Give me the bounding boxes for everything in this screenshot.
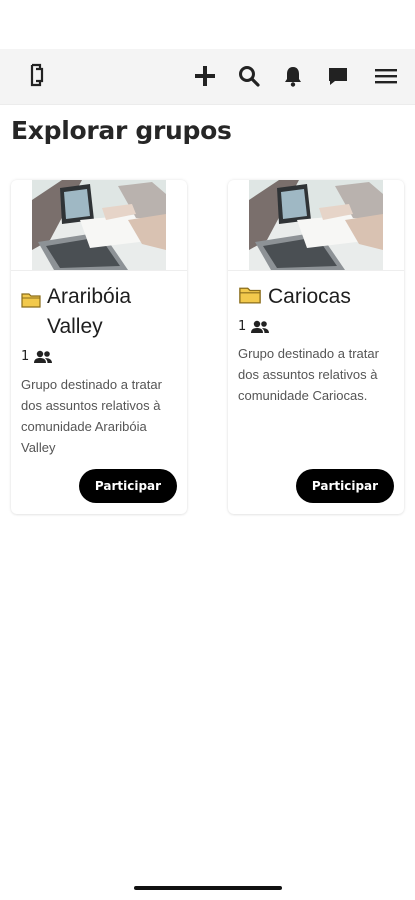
member-count-value: 1 xyxy=(21,349,30,364)
group-description: Grupo destinado a tratar dos assuntos re… xyxy=(238,346,379,403)
group-name[interactable]: Cariocas xyxy=(268,282,351,312)
page-title: Explorar grupos xyxy=(11,116,232,145)
home-indicator[interactable] xyxy=(134,886,282,890)
member-count: 1 xyxy=(21,349,53,364)
group-cover-image xyxy=(32,180,166,270)
top-nav-bar xyxy=(0,49,415,105)
group-description: Grupo destinado a tratar dos assuntos re… xyxy=(21,377,162,455)
group-title-row: Araribóia Valley xyxy=(21,282,181,342)
group-cover-image xyxy=(249,180,383,270)
bell-icon[interactable] xyxy=(280,63,306,89)
group-title-row: Cariocas xyxy=(238,282,398,312)
join-group-button[interactable]: Participar xyxy=(296,469,394,503)
join-group-button[interactable]: Participar xyxy=(79,469,177,503)
group-name[interactable]: Araribóia Valley xyxy=(47,282,181,342)
group-image-frame xyxy=(11,180,187,271)
member-count-value: 1 xyxy=(238,319,247,334)
search-icon[interactable] xyxy=(236,63,262,89)
logo-icon[interactable] xyxy=(28,63,46,87)
group-image-frame xyxy=(228,180,404,271)
chat-icon[interactable] xyxy=(325,63,351,89)
folder-icon xyxy=(239,287,261,304)
menu-icon[interactable] xyxy=(373,63,399,89)
group-card[interactable]: Araribóia Valley 1 Grupo destinado a tra… xyxy=(11,180,187,514)
people-icon xyxy=(34,350,53,363)
group-card[interactable]: Cariocas 1 Grupo destinado a tratar dos … xyxy=(228,180,404,514)
folder-icon xyxy=(21,293,41,308)
plus-icon[interactable] xyxy=(192,63,218,89)
people-icon xyxy=(251,320,270,333)
member-count: 1 xyxy=(238,319,270,334)
